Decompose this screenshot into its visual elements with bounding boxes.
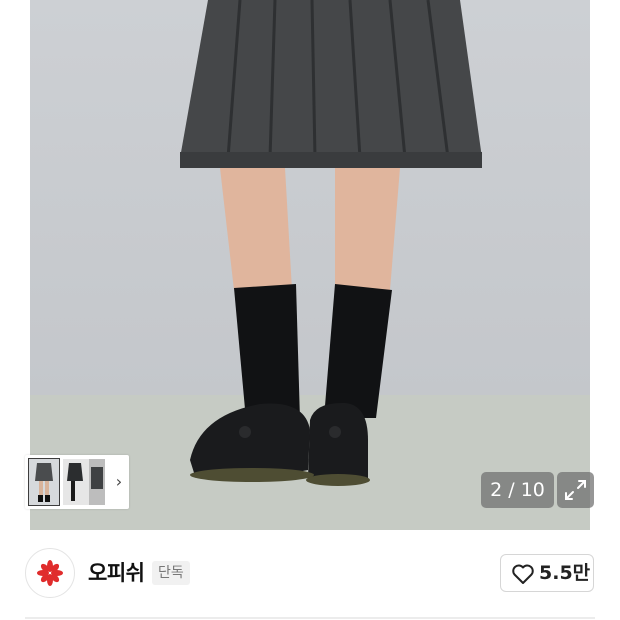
- expand-button[interactable]: [557, 472, 594, 508]
- like-count: 5.5만: [539, 562, 591, 584]
- brand-name[interactable]: 오피쉬: [88, 558, 145, 588]
- chevron-right-icon[interactable]: ›: [111, 472, 127, 492]
- page-counter: 2 / 10: [481, 472, 554, 508]
- brand-logo[interactable]: [25, 548, 75, 598]
- brand-logo-icon: [37, 560, 63, 586]
- section-divider: [25, 617, 595, 619]
- exclusive-badge: 단독: [152, 561, 190, 585]
- model-illustration: [180, 0, 482, 486]
- thumbnail-3[interactable]: [89, 459, 105, 505]
- heart-icon: [512, 564, 534, 584]
- like-button[interactable]: 5.5만: [500, 554, 594, 592]
- thumbnail-strip[interactable]: ›: [25, 455, 129, 509]
- thumbnail-1[interactable]: [28, 458, 60, 506]
- expand-icon: [565, 480, 586, 500]
- product-photo[interactable]: [30, 0, 590, 530]
